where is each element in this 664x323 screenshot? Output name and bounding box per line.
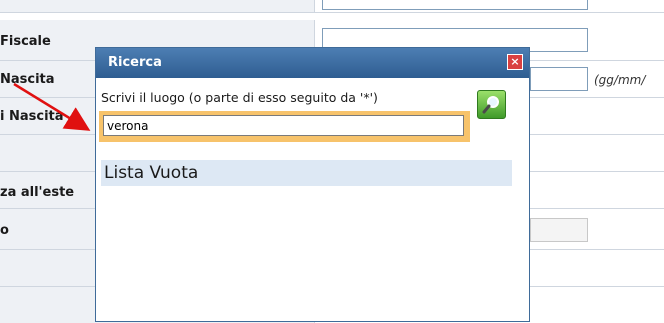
label-data-nascita: Nascita (0, 72, 55, 87)
label-luogo-nascita: i Nascita (0, 109, 64, 124)
form-row (0, 0, 664, 13)
top-field[interactable] (322, 0, 588, 10)
date-format-hint: (gg/mm/ (594, 73, 646, 87)
search-instructions: Scrivi il luogo (o parte di esso seguito… (101, 90, 378, 105)
search-input[interactable] (103, 115, 464, 136)
label-row-o: o (0, 223, 9, 238)
magnifier-icon (482, 96, 499, 114)
disabled-field (530, 218, 588, 242)
search-dialog: Ricerca × Scrivi il luogo (o parte di es… (95, 47, 530, 322)
search-input-highlight (99, 111, 470, 142)
dialog-header: Ricerca × (96, 48, 529, 78)
search-button[interactable] (477, 90, 506, 119)
label-codice-fiscale: Fiscale (0, 34, 51, 49)
result-empty-text: Lista Vuota (104, 163, 199, 183)
label-residenza-estero: za all'este (0, 185, 75, 200)
dialog-title: Ricerca (108, 55, 162, 70)
result-list-item[interactable]: Lista Vuota (101, 160, 512, 186)
close-icon[interactable]: × (507, 54, 523, 70)
data-nascita-field[interactable] (530, 67, 588, 91)
